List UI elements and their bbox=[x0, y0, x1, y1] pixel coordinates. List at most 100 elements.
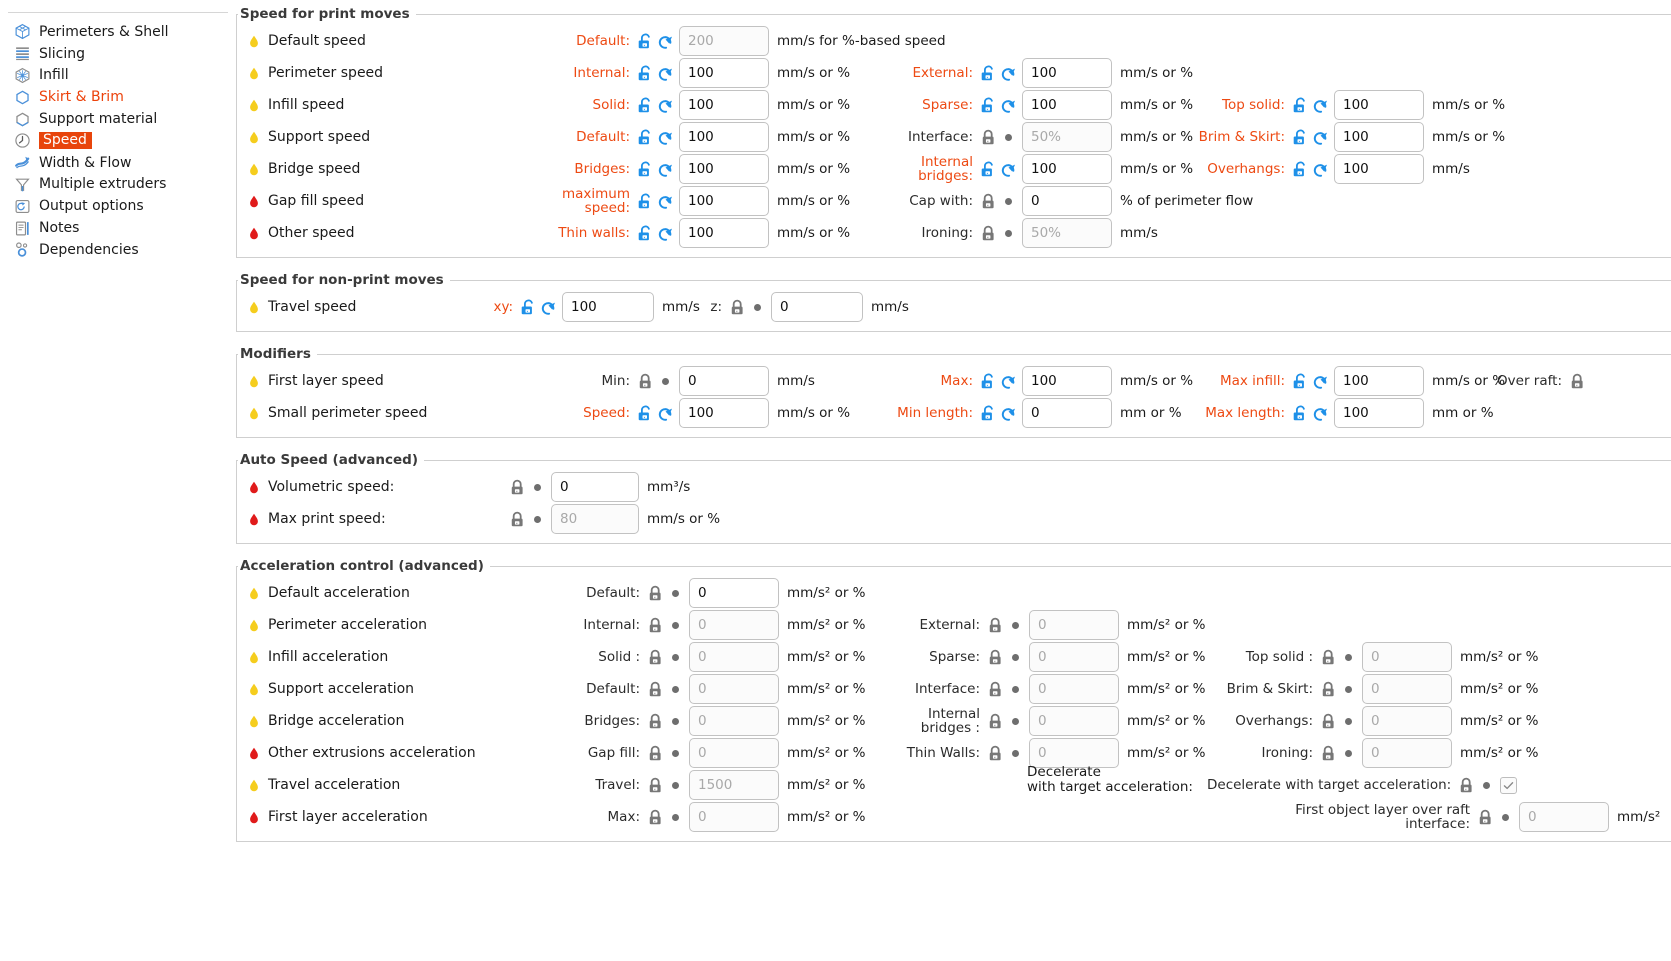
text-input[interactable] bbox=[1362, 642, 1452, 672]
lock-icon[interactable] bbox=[1320, 681, 1337, 698]
text-input[interactable] bbox=[679, 122, 769, 152]
text-input[interactable] bbox=[551, 472, 639, 502]
lock-icon[interactable] bbox=[647, 745, 664, 762]
text-input[interactable] bbox=[689, 578, 779, 608]
lock-icon[interactable] bbox=[1320, 649, 1337, 666]
reset-icon[interactable] bbox=[1000, 373, 1017, 390]
lock-icon[interactable] bbox=[987, 681, 1004, 698]
sidebar-item-infill[interactable]: Infill bbox=[0, 65, 236, 87]
unlock-icon[interactable] bbox=[637, 161, 654, 178]
lock-icon[interactable] bbox=[647, 585, 664, 602]
text-input[interactable] bbox=[689, 674, 779, 704]
lock-icon[interactable] bbox=[647, 681, 664, 698]
lock-icon[interactable] bbox=[729, 299, 746, 316]
text-input[interactable] bbox=[689, 706, 779, 736]
lock-icon[interactable] bbox=[647, 617, 664, 634]
unlock-icon[interactable] bbox=[1292, 97, 1309, 114]
lock-icon[interactable] bbox=[980, 225, 997, 242]
text-input[interactable] bbox=[1022, 218, 1112, 248]
lock-icon[interactable] bbox=[987, 745, 1004, 762]
reset-icon[interactable] bbox=[657, 193, 674, 210]
text-input[interactable] bbox=[1022, 366, 1112, 396]
unlock-icon[interactable] bbox=[1292, 405, 1309, 422]
reset-icon[interactable] bbox=[1000, 161, 1017, 178]
decelerate-checkbox[interactable] bbox=[1500, 776, 1518, 794]
reset-icon[interactable] bbox=[1000, 405, 1017, 422]
sidebar-item-dependencies[interactable]: Dependencies bbox=[0, 239, 236, 261]
unlock-icon[interactable] bbox=[980, 373, 997, 390]
text-input[interactable] bbox=[689, 802, 779, 832]
unlock-icon[interactable] bbox=[980, 65, 997, 82]
reset-icon[interactable] bbox=[657, 65, 674, 82]
unlock-icon[interactable] bbox=[637, 129, 654, 146]
text-input[interactable] bbox=[1334, 90, 1424, 120]
sidebar-item-multiple-extruders[interactable]: Multiple extruders bbox=[0, 174, 236, 196]
reset-icon[interactable] bbox=[1312, 129, 1329, 146]
unlock-icon[interactable] bbox=[637, 97, 654, 114]
sidebar-item-speed[interactable]: Speed bbox=[0, 130, 236, 152]
reset-icon[interactable] bbox=[657, 33, 674, 50]
text-input[interactable] bbox=[679, 398, 769, 428]
unlock-icon[interactable] bbox=[1292, 161, 1309, 178]
reset-icon[interactable] bbox=[657, 161, 674, 178]
lock-icon[interactable] bbox=[987, 617, 1004, 634]
text-input[interactable] bbox=[1519, 802, 1609, 832]
lock-icon[interactable] bbox=[509, 479, 526, 496]
lock-icon[interactable] bbox=[1458, 777, 1475, 794]
reset-icon[interactable] bbox=[1312, 405, 1329, 422]
sidebar-item-slicing[interactable]: Slicing bbox=[0, 43, 236, 65]
lock-icon[interactable] bbox=[647, 713, 664, 730]
text-input[interactable] bbox=[1334, 154, 1424, 184]
unlock-icon[interactable] bbox=[637, 193, 654, 210]
text-input[interactable] bbox=[1022, 154, 1112, 184]
unlock-icon[interactable] bbox=[980, 405, 997, 422]
reset-icon[interactable] bbox=[540, 299, 557, 316]
text-input[interactable] bbox=[679, 154, 769, 184]
text-input[interactable] bbox=[562, 292, 654, 322]
text-input[interactable] bbox=[679, 26, 769, 56]
text-input[interactable] bbox=[1029, 674, 1119, 704]
unlock-icon[interactable] bbox=[637, 65, 654, 82]
unlock-icon[interactable] bbox=[520, 299, 537, 316]
unlock-icon[interactable] bbox=[1292, 129, 1309, 146]
lock-icon[interactable] bbox=[647, 809, 664, 826]
text-input[interactable] bbox=[1022, 90, 1112, 120]
text-input[interactable] bbox=[1022, 186, 1112, 216]
lock-icon[interactable] bbox=[647, 777, 664, 794]
reset-icon[interactable] bbox=[1312, 373, 1329, 390]
text-input[interactable] bbox=[1334, 398, 1424, 428]
reset-icon[interactable] bbox=[657, 97, 674, 114]
text-input[interactable] bbox=[1029, 706, 1119, 736]
lock-icon[interactable] bbox=[637, 373, 654, 390]
text-input[interactable] bbox=[551, 504, 639, 534]
text-input[interactable] bbox=[1022, 122, 1112, 152]
reset-icon[interactable] bbox=[1000, 97, 1017, 114]
lock-icon[interactable] bbox=[980, 129, 997, 146]
text-input[interactable] bbox=[1022, 398, 1112, 428]
text-input[interactable] bbox=[1029, 642, 1119, 672]
lock-icon[interactable] bbox=[509, 511, 526, 528]
lock-icon[interactable] bbox=[980, 193, 997, 210]
text-input[interactable] bbox=[1362, 738, 1452, 768]
reset-icon[interactable] bbox=[657, 405, 674, 422]
sidebar-item-support-material[interactable]: Support material bbox=[0, 108, 236, 130]
lock-icon[interactable] bbox=[647, 649, 664, 666]
text-input[interactable] bbox=[679, 90, 769, 120]
text-input[interactable] bbox=[689, 738, 779, 768]
unlock-icon[interactable] bbox=[637, 33, 654, 50]
text-input[interactable] bbox=[771, 292, 863, 322]
reset-icon[interactable] bbox=[657, 225, 674, 242]
sidebar-item-perimeters-shell[interactable]: Perimeters & Shell bbox=[0, 21, 236, 43]
text-input[interactable] bbox=[1362, 706, 1452, 736]
reset-icon[interactable] bbox=[657, 129, 674, 146]
text-input[interactable] bbox=[1029, 610, 1119, 640]
sidebar-item-skirt-brim[interactable]: Skirt & Brim bbox=[0, 86, 236, 108]
sidebar-item-width-flow[interactable]: Width & Flow bbox=[0, 152, 236, 174]
text-input[interactable] bbox=[1022, 58, 1112, 88]
text-input[interactable] bbox=[1362, 674, 1452, 704]
unlock-icon[interactable] bbox=[1292, 373, 1309, 390]
unlock-icon[interactable] bbox=[637, 405, 654, 422]
sidebar-item-output-options[interactable]: Output options bbox=[0, 195, 236, 217]
text-input[interactable] bbox=[1334, 366, 1424, 396]
text-input[interactable] bbox=[689, 642, 779, 672]
